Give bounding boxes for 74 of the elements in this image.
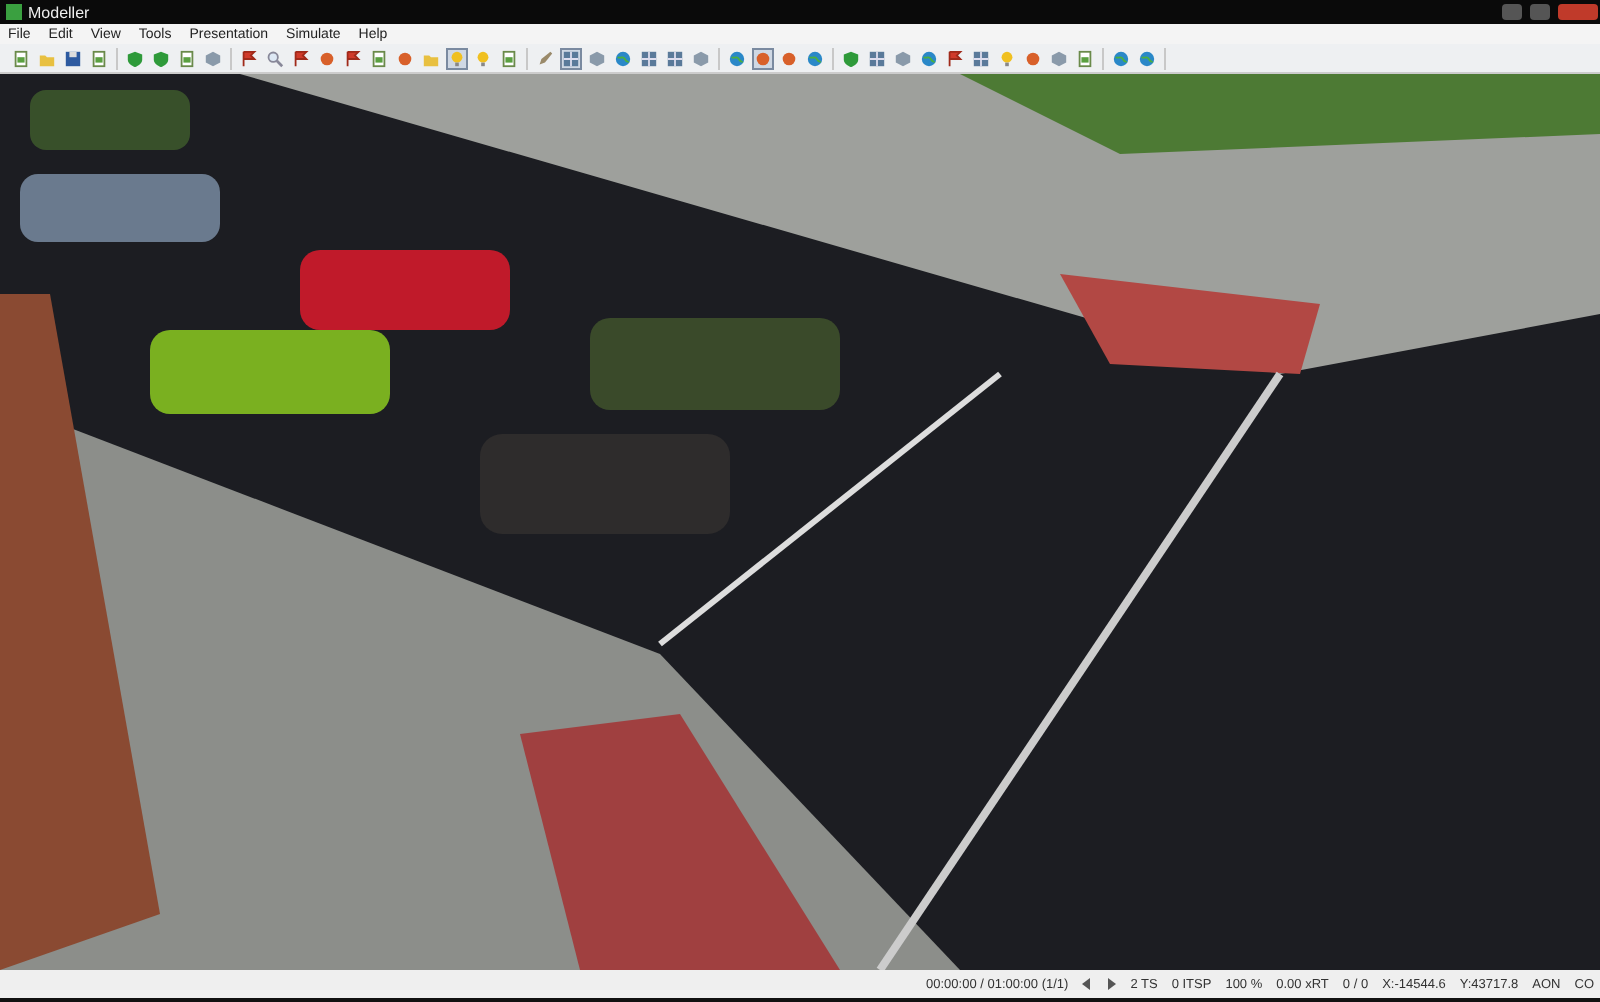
grid-icon xyxy=(972,49,990,67)
page-icon xyxy=(370,49,388,67)
globe-icon xyxy=(1138,49,1156,67)
flag-icon xyxy=(946,49,964,67)
cube-icon xyxy=(1050,49,1068,67)
toolbar-button[interactable] xyxy=(726,47,748,69)
toolbar-button[interactable] xyxy=(944,47,966,69)
toolbar-button[interactable] xyxy=(752,47,774,69)
flag-icon xyxy=(292,49,310,67)
app-icon xyxy=(6,4,22,20)
toolbar-button[interactable] xyxy=(840,47,862,69)
bulb-icon xyxy=(448,49,466,67)
grid-icon xyxy=(868,49,886,67)
circle-icon xyxy=(318,49,336,67)
toolbar-button[interactable] xyxy=(612,47,634,69)
toolbar-button[interactable] xyxy=(124,47,146,69)
grid-icon xyxy=(666,49,684,67)
flag-icon xyxy=(240,49,258,67)
toolbar-button[interactable] xyxy=(368,47,390,69)
page-icon xyxy=(178,49,196,67)
circle-icon xyxy=(1024,49,1042,67)
toolbar-button[interactable] xyxy=(150,47,172,69)
toolbar-button[interactable] xyxy=(88,47,110,69)
circle-icon xyxy=(396,49,414,67)
circle-icon xyxy=(754,49,772,67)
page-icon xyxy=(90,49,108,67)
toolbar-button[interactable] xyxy=(264,47,286,69)
search-icon xyxy=(266,49,284,67)
maximize-button[interactable] xyxy=(1530,4,1550,20)
grid-icon xyxy=(562,49,580,67)
flag-icon xyxy=(344,49,362,67)
page-icon xyxy=(500,49,518,67)
cube-icon xyxy=(204,49,222,67)
page-icon xyxy=(12,49,30,67)
toolbar-button[interactable] xyxy=(176,47,198,69)
minimize-button[interactable] xyxy=(1502,4,1522,20)
toolbar-button[interactable] xyxy=(446,47,468,69)
toolbar-button[interactable] xyxy=(394,47,416,69)
globe-icon xyxy=(728,49,746,67)
shield-icon xyxy=(842,49,860,67)
toolbar-button[interactable] xyxy=(778,47,800,69)
toolbar-button[interactable] xyxy=(560,47,582,69)
toolbar-button[interactable] xyxy=(62,47,84,69)
folder-icon xyxy=(422,49,440,67)
toolbar-button[interactable] xyxy=(1074,47,1096,69)
circle-icon xyxy=(780,49,798,67)
toolbar-button[interactable] xyxy=(10,47,32,69)
cube-icon xyxy=(894,49,912,67)
folder-icon xyxy=(38,49,56,67)
toolbar-button[interactable] xyxy=(316,47,338,69)
toolbar-button[interactable] xyxy=(290,47,312,69)
toolbar-button[interactable] xyxy=(1136,47,1158,69)
cube-icon xyxy=(692,49,710,67)
toolbar-button[interactable] xyxy=(534,47,556,69)
pencil-icon xyxy=(536,49,554,67)
grid-icon xyxy=(640,49,658,67)
cube-icon xyxy=(588,49,606,67)
bulb-icon xyxy=(474,49,492,67)
page-icon xyxy=(1076,49,1094,67)
toolbar-button[interactable] xyxy=(498,47,520,69)
toolbar-button[interactable] xyxy=(1110,47,1132,69)
bulb-icon xyxy=(998,49,1016,67)
toolbar-button[interactable] xyxy=(238,47,260,69)
toolbar-button[interactable] xyxy=(918,47,940,69)
toolbar-button[interactable] xyxy=(342,47,364,69)
globe-icon xyxy=(1112,49,1130,67)
window-title: Modeller xyxy=(28,3,90,21)
globe-icon xyxy=(920,49,938,67)
previous-icon[interactable] xyxy=(1082,978,1093,990)
toolbar-button[interactable] xyxy=(1022,47,1044,69)
globe-icon xyxy=(614,49,632,67)
toolbar-button[interactable] xyxy=(804,47,826,69)
globe-icon xyxy=(806,49,824,67)
next-icon[interactable] xyxy=(1106,978,1117,990)
